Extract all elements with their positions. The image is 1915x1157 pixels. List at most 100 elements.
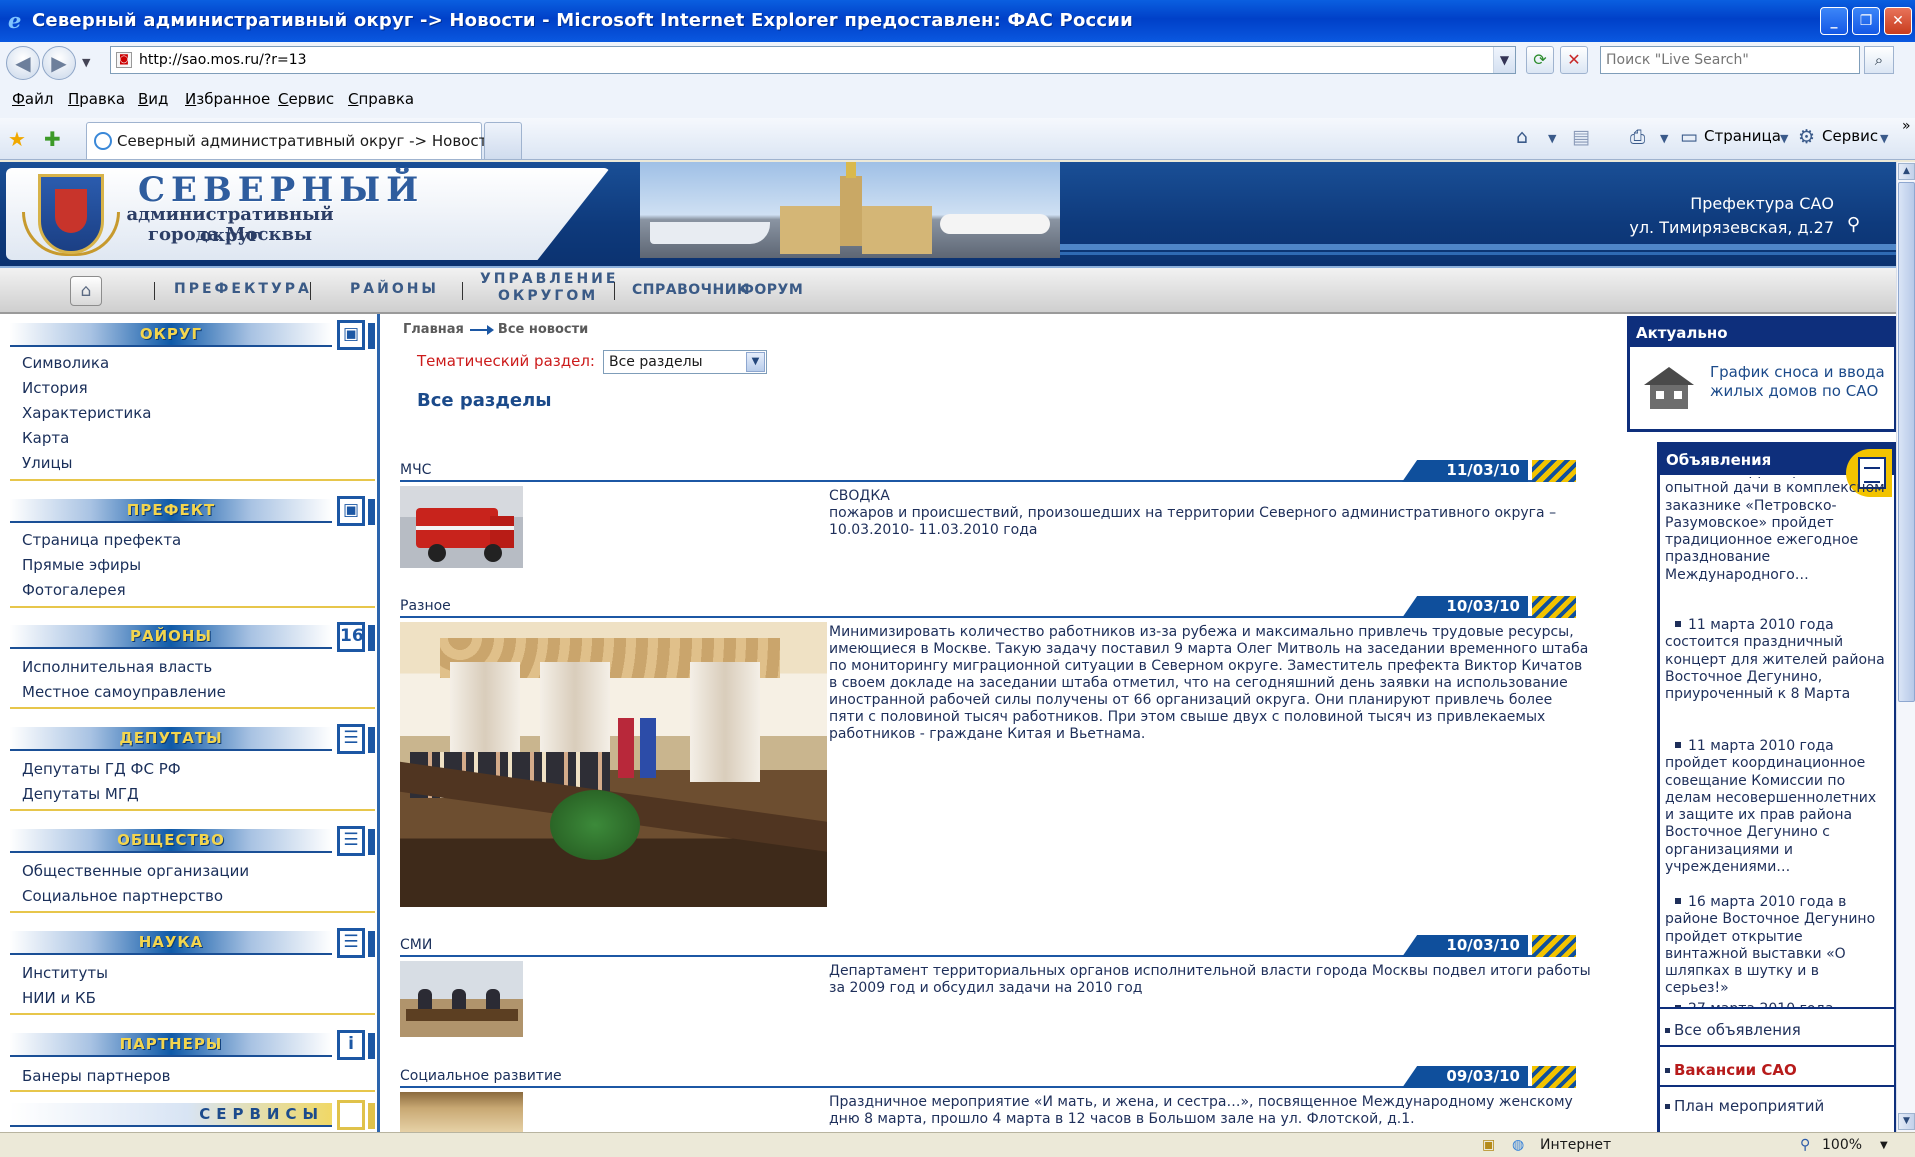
sidebar-link-institutes[interactable]: Институты [22,964,108,982]
page-dropdown-icon[interactable]: ▼ [1780,132,1788,145]
news-thumbnail-press[interactable] [400,961,523,1037]
tools-dropdown-icon[interactable]: ▼ [1880,132,1888,145]
nav-prefecture[interactable]: ПРЕФЕКТУРА [174,281,312,297]
refresh-button[interactable]: ⟳ [1526,46,1554,74]
vacancies-link[interactable]: Вакансии САО [1665,1061,1797,1079]
housing-schedule-link[interactable]: График сноса и ввода жилых домов по САО [1710,363,1894,401]
sidebar-link-symbols[interactable]: Символика [22,354,109,372]
news-category[interactable]: МЧС [400,462,431,478]
sidebar-link-research-institutes[interactable]: НИИ и КБ [22,989,96,1007]
live-search-box[interactable] [1600,46,1860,74]
tab-title: Северный административный округ -> Новос… [117,132,498,150]
menu-view[interactable]: Вид [138,90,168,108]
add-favorites-icon[interactable]: ✚ [44,127,61,151]
section-services-title: СЕРВИСЫ [199,1105,324,1123]
events-plan-link[interactable]: План мероприятий [1665,1097,1824,1115]
section-science-title: НАУКА [138,933,204,951]
coat-of-arms-icon [38,174,104,254]
sidebar-link-executive-power[interactable]: Исполнительная власть [22,658,212,676]
section-science-header: НАУКА ☰ [10,928,375,958]
sidebar-link-photo-gallery[interactable]: Фотогалерея [22,581,126,599]
print-icon[interactable]: ⎙ [1630,126,1645,148]
news-photo-meeting[interactable] [400,622,827,907]
minimize-button[interactable]: _ [1820,7,1848,35]
tools-menu-button[interactable]: Сервис [1822,127,1878,145]
menu-tools[interactable]: Сервис [278,90,334,108]
feeds-icon[interactable]: ▤ [1572,126,1590,148]
favorites-star-icon[interactable]: ★ [8,127,26,151]
document-icon: ☰ [337,928,365,958]
nav-forum[interactable]: ФОРУМ [740,282,803,298]
window-titlebar[interactable]: e Северный административный округ -> Нов… [0,0,1915,42]
zoom-level[interactable]: 100% [1822,1137,1862,1153]
scroll-down-icon[interactable]: ▼ [1898,1113,1915,1130]
sidebar-link-history[interactable]: История [22,379,88,397]
home-dropdown-icon[interactable]: ▼ [1548,132,1556,145]
section-filter-select[interactable]: Все разделы ▼ [603,350,767,374]
news-category[interactable]: Разное [400,598,451,614]
section-divider [10,606,375,608]
menu-favorites[interactable]: Избранное [185,90,270,108]
search-icon[interactable]: ⌕ [1864,46,1894,74]
house-icon [1644,367,1694,409]
close-button[interactable]: ✕ [1884,7,1912,35]
address-dropdown-icon[interactable]: ▼ [1493,47,1515,73]
nav-directory[interactable]: СПРАВОЧНИК [632,282,749,298]
sidebar-link-state-duma-deputies[interactable]: Депутаты ГД ФС РФ [22,760,181,778]
sidebar-link-map[interactable]: Карта [22,429,69,447]
stop-button[interactable]: ✕ [1560,46,1588,74]
sidebar-link-mgd-deputies[interactable]: Депутаты МГД [22,785,139,803]
sidebar-link-partner-banners[interactable]: Банеры партнеров [22,1067,170,1085]
announcement-item[interactable]: 27 марта 2010 года [1665,1001,1887,1007]
all-announcements-link[interactable]: Все объявления [1665,1021,1801,1039]
announcements-list[interactable]: 17 06 на территории Лесной опытной дачи … [1660,477,1894,1009]
sidebar-link-social-partnership[interactable]: Социальное партнерство [22,887,223,905]
menu-help[interactable]: Справка [348,90,414,108]
sidebar-link-live-broadcasts[interactable]: Прямые эфиры [22,556,141,574]
home-icon[interactable]: ⌂ [1516,126,1528,148]
news-category[interactable]: Социальное развитие [400,1068,562,1084]
scroll-up-icon[interactable]: ▲ [1898,163,1915,180]
chevron-more-icon[interactable]: » [1902,118,1911,134]
section-filter-label: Тематический раздел: [417,352,595,370]
announcement-item[interactable]: 11 марта 2010 года состоится праздничный… [1665,617,1887,703]
nav-management-1[interactable]: УПРАВЛЕНИЕ [480,271,618,287]
bullet-icon [1675,621,1681,627]
nav-management-2[interactable]: ОКРУГОМ [498,288,598,304]
sidebar-link-local-government[interactable]: Местное самоуправление [22,683,226,701]
page-scrollbar[interactable]: ▲ ▼ [1896,162,1915,1132]
history-dropdown-icon[interactable]: ▼ [82,56,90,69]
announcement-item[interactable]: 16 марта 2010 года в районе Восточное Де… [1665,894,1887,998]
address-input[interactable]: ◙ http://sao.mos.ru/?r=13 ▼ [110,46,1516,74]
sidebar-link-characteristics[interactable]: Характеристика [22,404,151,422]
zoom-dropdown-icon[interactable]: ▼ [1880,1140,1888,1151]
security-zone[interactable]: Интернет [1540,1137,1611,1153]
tab-current[interactable]: Северный административный округ -> Новос… [86,122,497,159]
forward-button[interactable]: ▶ [42,46,76,80]
back-button[interactable]: ◀ [6,46,40,80]
sidebar-link-prefect-page[interactable]: Страница префекта [22,531,181,549]
news-title[interactable]: СВОДКА [829,488,1591,505]
page-menu-button[interactable]: Страница [1704,127,1781,145]
announcement-item[interactable]: 17 06 на территории Лесной опытной дачи … [1665,477,1887,584]
menu-edit[interactable]: Правка [68,90,125,108]
home-button[interactable]: ⌂ [70,276,102,306]
sidebar-link-public-organizations[interactable]: Общественные организации [22,862,249,880]
news-category[interactable]: СМИ [400,937,432,953]
scroll-thumb[interactable] [1898,182,1915,702]
live-search-input[interactable] [1601,47,1859,73]
announcements-divider [1660,1085,1894,1087]
print-dropdown-icon[interactable]: ▼ [1660,132,1668,145]
decorative-stripes-icon [1532,935,1576,957]
nav-districts[interactable]: РАЙОНЫ [350,281,439,297]
menu-file[interactable]: Файл [12,90,53,108]
chevron-down-icon[interactable]: ▼ [746,352,765,372]
breadcrumb-home[interactable]: Главная [403,322,464,337]
new-tab-button[interactable] [484,122,522,159]
sidebar-link-streets[interactable]: Улицы [22,454,73,472]
news-thumbnail-concert[interactable] [400,1092,523,1132]
announcement-item[interactable]: 11 марта 2010 года пройдет координационн… [1665,738,1887,876]
search-magnifier-icon[interactable]: ⚲ [1847,214,1860,235]
news-thumbnail-fire-truck[interactable] [400,486,523,568]
maximize-button[interactable]: ❐ [1852,7,1880,35]
